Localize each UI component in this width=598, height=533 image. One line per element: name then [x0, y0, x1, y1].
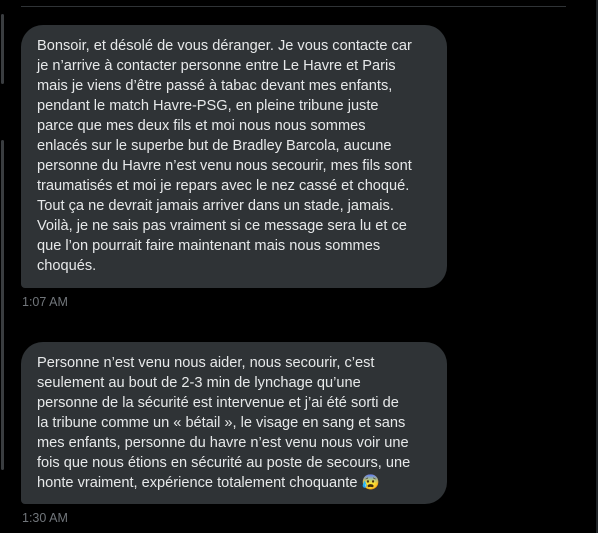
message-list: Bonsoir, et désolé de vous déranger. Je …	[21, 25, 447, 526]
scrollbar[interactable]	[0, 0, 4, 533]
message-bubble[interactable]: Personne n’est venu nous aider, nous sec…	[21, 342, 447, 504]
message-item: Bonsoir, et désolé de vous déranger. Je …	[21, 25, 447, 310]
message-timestamp: 1:30 AM	[22, 511, 68, 525]
message-item: Personne n’est venu nous aider, nous sec…	[21, 342, 447, 526]
scroll-thumb[interactable]	[1, 140, 4, 470]
message-timestamp: 1:07 AM	[22, 295, 68, 309]
scroll-thumb[interactable]	[1, 14, 4, 84]
divider	[21, 6, 566, 7]
message-bubble[interactable]: Bonsoir, et désolé de vous déranger. Je …	[21, 25, 447, 288]
dm-conversation-window: Bonsoir, et désolé de vous déranger. Je …	[0, 0, 598, 533]
